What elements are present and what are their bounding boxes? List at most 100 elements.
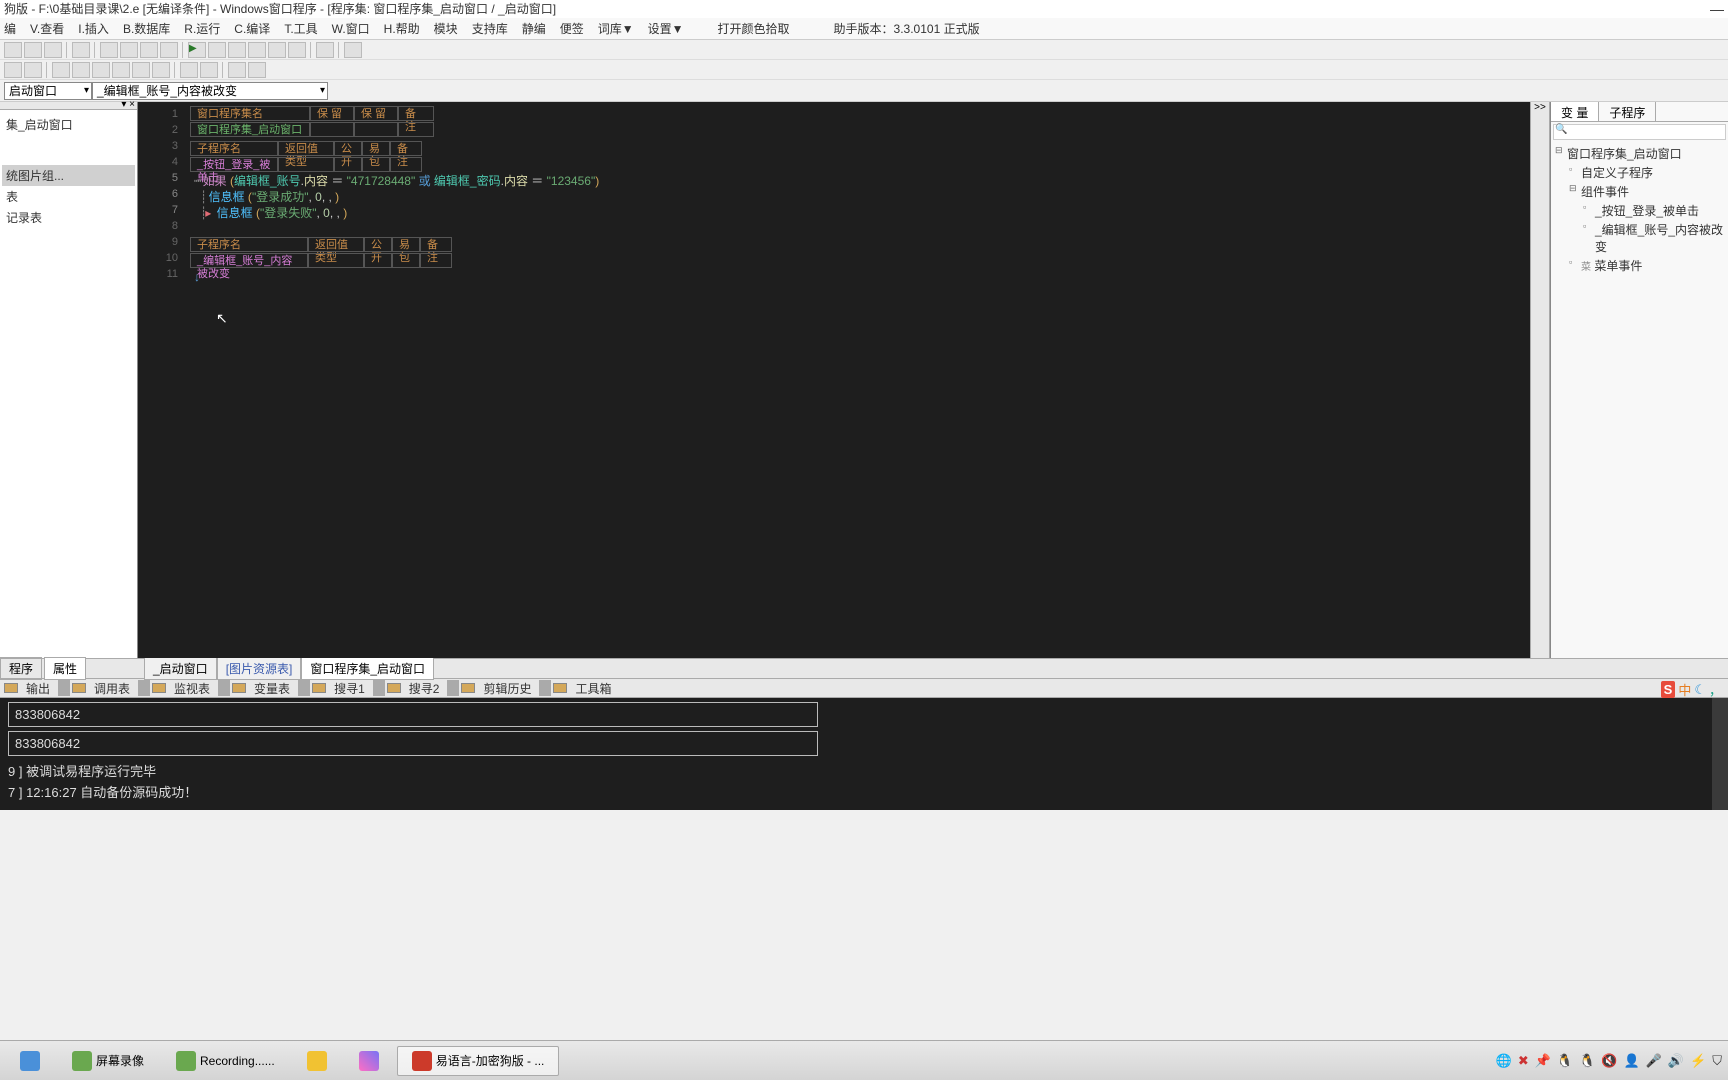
taskbar-item[interactable] — [293, 1047, 341, 1075]
menu-insert[interactable]: I.插入 — [78, 20, 109, 37]
menu-static-compile[interactable]: 静编 — [522, 20, 546, 37]
tb-btn-step3[interactable] — [288, 42, 306, 58]
tb-btn-step2[interactable] — [268, 42, 286, 58]
tab-watch[interactable]: 监视表 — [168, 678, 216, 699]
tab-output[interactable]: 输出 — [20, 678, 56, 699]
tab-subroutines[interactable]: 子程序 — [1599, 102, 1656, 121]
tree-node[interactable]: 组件事件 — [1569, 182, 1724, 201]
menu-view[interactable]: V.查看 — [30, 20, 64, 37]
menu-window[interactable]: W.窗口 — [332, 20, 370, 37]
taskbar-item-active[interactable]: 易语言-加密狗版 - ... — [397, 1046, 560, 1076]
tb2-9[interactable] — [180, 62, 198, 78]
tb2-8[interactable] — [152, 62, 170, 78]
tray-icon[interactable]: 🐧 — [1579, 1053, 1595, 1069]
tab-search2[interactable]: 搜寻2 — [403, 678, 446, 699]
tab-toolbox[interactable]: 工具箱 — [569, 678, 617, 699]
tray-icon[interactable]: 🔇 — [1601, 1053, 1617, 1069]
code-line[interactable]: ┊ 信息框 ("登录成功", 0, , ) — [186, 189, 1530, 205]
tb-btn-7[interactable] — [140, 42, 158, 58]
tree-node[interactable]: 菜 菜单事件 — [1569, 256, 1724, 275]
stop-button[interactable] — [228, 42, 246, 58]
tree-item[interactable]: 集_启动窗口 — [2, 114, 135, 135]
taskbar-item[interactable]: Recording...... — [162, 1047, 289, 1075]
tb-btn-6[interactable] — [120, 42, 138, 58]
tb2-7[interactable] — [132, 62, 150, 78]
ime-moon-icon[interactable]: ☾ — [1694, 682, 1706, 698]
left-panel-close-icon[interactable]: ▾ × — [121, 99, 135, 110]
tray-icon[interactable]: 🎤 — [1646, 1053, 1662, 1069]
tb-btn-step1[interactable] — [248, 42, 266, 58]
tb-btn-last[interactable] — [344, 42, 362, 58]
tab-search1[interactable]: 搜寻1 — [328, 678, 371, 699]
taskbar-item[interactable]: 屏幕录像 — [58, 1047, 158, 1075]
tab-call-table[interactable]: 调用表 — [88, 678, 136, 699]
menu-support-lib[interactable]: 支持库 — [472, 20, 508, 37]
tray-icon[interactable]: 🔊 — [1668, 1053, 1684, 1069]
tree-node[interactable]: 自定义子程序 — [1569, 163, 1724, 182]
tray-icon[interactable]: ⛉ — [1712, 1053, 1722, 1069]
code-area[interactable]: 窗口程序集名 保 留 保 留 备 注 窗口程序集_启动窗口 子程序名 返回值类型… — [186, 102, 1530, 658]
menu-module[interactable]: 模块 — [434, 20, 458, 37]
tab-variables[interactable]: 变 量 — [1551, 102, 1599, 121]
tb-btn-4[interactable] — [72, 42, 90, 58]
menu-run[interactable]: R.运行 — [184, 20, 220, 37]
tree-node[interactable]: _按钮_登录_被单击 — [1583, 201, 1724, 220]
output-scrollbar[interactable] — [1712, 698, 1728, 810]
tb-btn-step4[interactable] — [316, 42, 334, 58]
menu-edit[interactable]: 编 — [4, 20, 16, 37]
tray-icon[interactable]: ⚡ — [1690, 1053, 1706, 1069]
code-line[interactable]: ┊▸ 信息框 ("登录失败", 0, , ) — [186, 205, 1530, 221]
menu-notes[interactable]: 便签 — [560, 20, 584, 37]
tb-btn-5[interactable] — [100, 42, 118, 58]
right-panel-collapse[interactable]: >> — [1530, 102, 1550, 658]
code-line[interactable]: ↓ — [186, 269, 1530, 285]
tab-clipboard[interactable]: 剪辑历史 — [477, 678, 537, 699]
tree-node[interactable]: 窗口程序集_启动窗口 — [1555, 144, 1724, 163]
menu-color-picker[interactable]: 打开颜色拾取 — [718, 20, 790, 37]
ime-punct-icon[interactable]: ， — [1709, 680, 1722, 699]
tb2-12[interactable] — [248, 62, 266, 78]
tree-node[interactable]: _编辑框_账号_内容被改变 — [1583, 220, 1724, 256]
search-input[interactable] — [1553, 124, 1726, 140]
tb-btn-8[interactable] — [160, 42, 178, 58]
code-table-row[interactable]: _编辑框_账号_内容被改变 — [190, 253, 1530, 268]
window-minimize[interactable]: — — [1710, 0, 1724, 18]
code-line[interactable]: ┉ 如果 (编辑框_账号.内容 ＝ "471728448" 或 编辑框_密码.内… — [186, 173, 1530, 189]
left-tree[interactable]: 集_启动窗口 统图片组... 表 记录表 — [0, 110, 137, 658]
tb-btn-1[interactable] — [4, 42, 22, 58]
tb2-10[interactable] — [200, 62, 218, 78]
output-box[interactable]: 833806842 — [8, 702, 818, 727]
tb2-2[interactable] — [24, 62, 42, 78]
code-editor[interactable]: 1 2 3 4 5 6 7 8 9 10 11 窗口程序集名 保 留 保 留 备… — [138, 102, 1530, 658]
tb2-6[interactable] — [112, 62, 130, 78]
right-tree[interactable]: 窗口程序集_启动窗口 自定义子程序 组件事件 _按钮_登录_被单击 _编辑框_账… — [1551, 142, 1728, 277]
window-dropdown[interactable]: 启动窗口 — [4, 82, 92, 100]
tray-icon[interactable]: 🐧 — [1557, 1053, 1573, 1069]
code-table-row[interactable]: 窗口程序集_启动窗口 — [190, 122, 1530, 137]
tree-item[interactable]: 记录表 — [2, 207, 135, 228]
menu-lexicon[interactable]: 词库▼ — [598, 20, 634, 37]
menu-help[interactable]: H.帮助 — [384, 20, 420, 37]
tb2-11[interactable] — [228, 62, 246, 78]
code-table-row[interactable]: _按钮_登录_被单击 — [190, 157, 1530, 172]
tray-icon[interactable]: ✖ — [1518, 1053, 1529, 1069]
output-box[interactable]: 833806842 — [8, 731, 818, 756]
menu-settings[interactable]: 设置▼ — [648, 20, 684, 37]
menu-compile[interactable]: C.编译 — [234, 20, 270, 37]
tree-item-selected[interactable]: 统图片组... — [2, 165, 135, 186]
tb2-1[interactable] — [4, 62, 22, 78]
tb-btn-3[interactable] — [44, 42, 62, 58]
taskbar-item[interactable] — [6, 1047, 54, 1075]
code-line-empty[interactable] — [186, 221, 1530, 237]
menu-database[interactable]: B.数据库 — [123, 20, 170, 37]
ime-s-icon[interactable]: S — [1661, 681, 1676, 698]
tb2-5[interactable] — [92, 62, 110, 78]
tb-btn-2[interactable] — [24, 42, 42, 58]
tree-item[interactable] — [2, 135, 135, 165]
tab-variables[interactable]: 变量表 — [248, 678, 296, 699]
run-button[interactable]: ▶ — [188, 42, 206, 58]
pause-button[interactable] — [208, 42, 226, 58]
ime-lang-icon[interactable]: 中 — [1678, 680, 1691, 699]
tray-icon[interactable]: 📌 — [1535, 1053, 1551, 1069]
tb2-4[interactable] — [72, 62, 90, 78]
